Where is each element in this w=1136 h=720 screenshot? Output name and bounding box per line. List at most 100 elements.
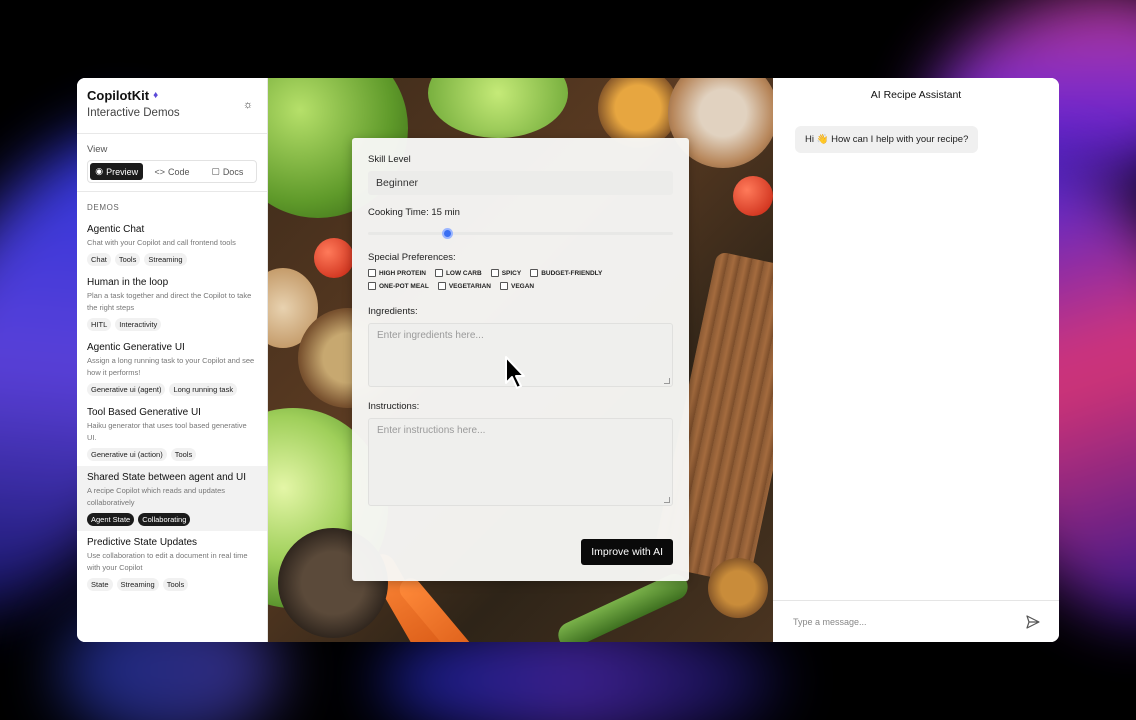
demo-tags: Generative ui (action) Tools	[87, 448, 257, 461]
tag: HITL	[87, 318, 112, 331]
pref-vegetarian[interactable]: VEGETARIAN	[437, 282, 491, 290]
tag: Tools	[162, 578, 189, 591]
tag: State	[87, 578, 113, 591]
demo-desc: A recipe Copilot which reads and updates…	[87, 486, 226, 507]
checkbox[interactable]	[368, 269, 376, 277]
brand-name: CopilotKit	[87, 88, 150, 103]
checkbox[interactable]	[437, 282, 446, 290]
view-code-button[interactable]: <> Code	[145, 163, 198, 180]
send-icon[interactable]	[1025, 614, 1041, 630]
instructions-textarea[interactable]: Enter instructions here...	[368, 418, 673, 506]
view-docs-button[interactable]: ▢ Docs	[201, 163, 254, 180]
book-icon: ▢	[211, 166, 220, 176]
sun-icon[interactable]: ☼	[241, 98, 255, 112]
instructions-label: Instructions:	[368, 401, 420, 412]
kite-icon: ♦	[153, 90, 159, 101]
demo-desc: Plan a task together and direct the Copi…	[87, 291, 252, 312]
view-code-label: Code	[167, 166, 190, 177]
slider-thumb[interactable]	[442, 228, 454, 239]
demo-item-tool-based-generative-ui[interactable]: Tool Based Generative UI Haiku generator…	[77, 401, 267, 466]
lettuce-image	[428, 78, 568, 138]
demo-desc: Assign a long running task to your Copil…	[87, 356, 255, 377]
pref-label: SPICY	[501, 269, 522, 277]
skill-level-label: Skill Level	[368, 154, 411, 165]
tag: Agent State	[87, 513, 135, 526]
slider-track	[368, 232, 673, 235]
demo-item-agentic-chat[interactable]: Agentic Chat Chat with your Copilot and …	[77, 218, 267, 271]
pref-budget-friendly[interactable]: BUDGET-FRIENDLY	[530, 269, 602, 277]
pref-label: VEGETARIAN	[448, 282, 491, 290]
demo-item-agentic-generative-ui[interactable]: Agentic Generative UI Assign a long runn…	[77, 336, 267, 401]
view-docs-label: Docs	[222, 166, 244, 177]
view-preview-label: Preview	[106, 166, 139, 177]
tag: Collaborating	[138, 513, 191, 526]
demo-tags: State Streaming Tools	[87, 578, 257, 591]
assistant-title: AI Recipe Assistant	[870, 89, 962, 101]
demo-tags: Generative ui (agent) Long running task	[87, 383, 257, 396]
recipe-canvas: Skill Level Beginner Cooking Time: 15 mi…	[268, 78, 773, 642]
brand-header: CopilotKit ♦ Interactive Demos ☼	[77, 78, 267, 134]
tag: Tools	[114, 253, 141, 266]
demo-item-shared-state[interactable]: Shared State between agent and UI A reci…	[77, 466, 267, 531]
pref-low-carb[interactable]: LOW CARB	[434, 269, 482, 277]
demo-item-predictive-state-updates[interactable]: Predictive State Updates Use collaborati…	[77, 531, 267, 596]
tag: Interactivity	[115, 318, 162, 331]
cooking-time-slider[interactable]	[368, 224, 673, 242]
brand-title: CopilotKit ♦	[87, 88, 257, 103]
tag: Streaming	[144, 253, 187, 266]
checkbox[interactable]	[499, 282, 508, 290]
code-icon: <>	[154, 166, 165, 177]
pref-label: VEGAN	[510, 282, 535, 290]
pref-one-pot-meal[interactable]: ONE-POT MEAL	[368, 282, 429, 290]
skill-level-select[interactable]: Beginner	[368, 171, 673, 195]
instructions-placeholder: Enter instructions here...	[377, 425, 486, 436]
demo-tags: HITL Interactivity	[87, 318, 257, 331]
demo-title: Agentic Chat	[87, 224, 145, 235]
tag: Generative ui (action)	[87, 448, 167, 461]
demo-item-human-in-the-loop[interactable]: Human in the loop Plan a task together a…	[77, 271, 267, 336]
tomato-image	[733, 176, 773, 216]
checkbox[interactable]	[530, 269, 539, 277]
assistant-panel: AI Recipe Assistant Hi 👋 How can I help …	[773, 78, 1059, 642]
checkbox[interactable]	[490, 269, 499, 277]
ingredients-label: Ingredients:	[368, 306, 418, 317]
demo-title: Tool Based Generative UI	[87, 407, 201, 418]
checkbox[interactable]	[368, 282, 376, 290]
preferences-group: HIGH PROTEIN LOW CARB SPICY BUDGET-FRIEN…	[368, 269, 628, 290]
brand-subtitle: Interactive Demos	[87, 107, 180, 119]
view-preview-button[interactable]: ◉ Preview	[90, 163, 144, 180]
view-section: View ◉ Preview <> Code ▢ Docs	[77, 134, 267, 192]
pref-spicy[interactable]: SPICY	[490, 269, 522, 277]
message-input[interactable]: Type a message...	[793, 617, 867, 627]
mouse-cursor-icon	[505, 356, 525, 389]
tag: Long running task	[169, 383, 238, 396]
spice-spoon-image	[708, 558, 768, 618]
demo-title: Human in the loop	[87, 277, 169, 288]
view-switch: ◉ Preview <> Code ▢ Docs	[87, 160, 257, 183]
pref-label: HIGH PROTEIN	[379, 269, 426, 277]
app-window: CopilotKit ♦ Interactive Demos ☼ View ◉ …	[77, 78, 1059, 642]
tag: Streaming	[116, 578, 159, 591]
pref-vegan[interactable]: VEGAN	[499, 282, 535, 290]
pref-high-protein[interactable]: HIGH PROTEIN	[368, 269, 426, 277]
special-preferences-label: Special Preferences:	[368, 252, 456, 263]
demo-tags: Agent State Collaborating	[87, 513, 257, 526]
assistant-message: Hi 👋 How can I help with your recipe?	[795, 126, 979, 153]
demo-desc: Use collaboration to edit a document in …	[87, 551, 248, 572]
message-composer: Type a message...	[773, 600, 1059, 642]
resize-handle[interactable]	[664, 497, 670, 503]
tomato-image	[314, 238, 354, 278]
sidebar: CopilotKit ♦ Interactive Demos ☼ View ◉ …	[77, 78, 268, 642]
improve-with-ai-button[interactable]: Improve with AI	[581, 539, 673, 565]
checkbox[interactable]	[434, 269, 443, 277]
demos-label: DEMOS	[87, 203, 120, 212]
pref-label: LOW CARB	[445, 269, 482, 277]
pref-label: BUDGET-FRIENDLY	[541, 269, 603, 277]
tag: Chat	[87, 253, 111, 266]
tag: Tools	[170, 448, 197, 461]
ingredients-placeholder: Enter ingredients here...	[377, 330, 484, 341]
demo-desc: Haiku generator that uses tool based gen…	[87, 421, 247, 442]
cooking-time-label: Cooking Time: 15 min	[368, 207, 460, 218]
demo-desc: Chat with your Copilot and call frontend…	[87, 238, 236, 247]
resize-handle[interactable]	[664, 378, 670, 384]
